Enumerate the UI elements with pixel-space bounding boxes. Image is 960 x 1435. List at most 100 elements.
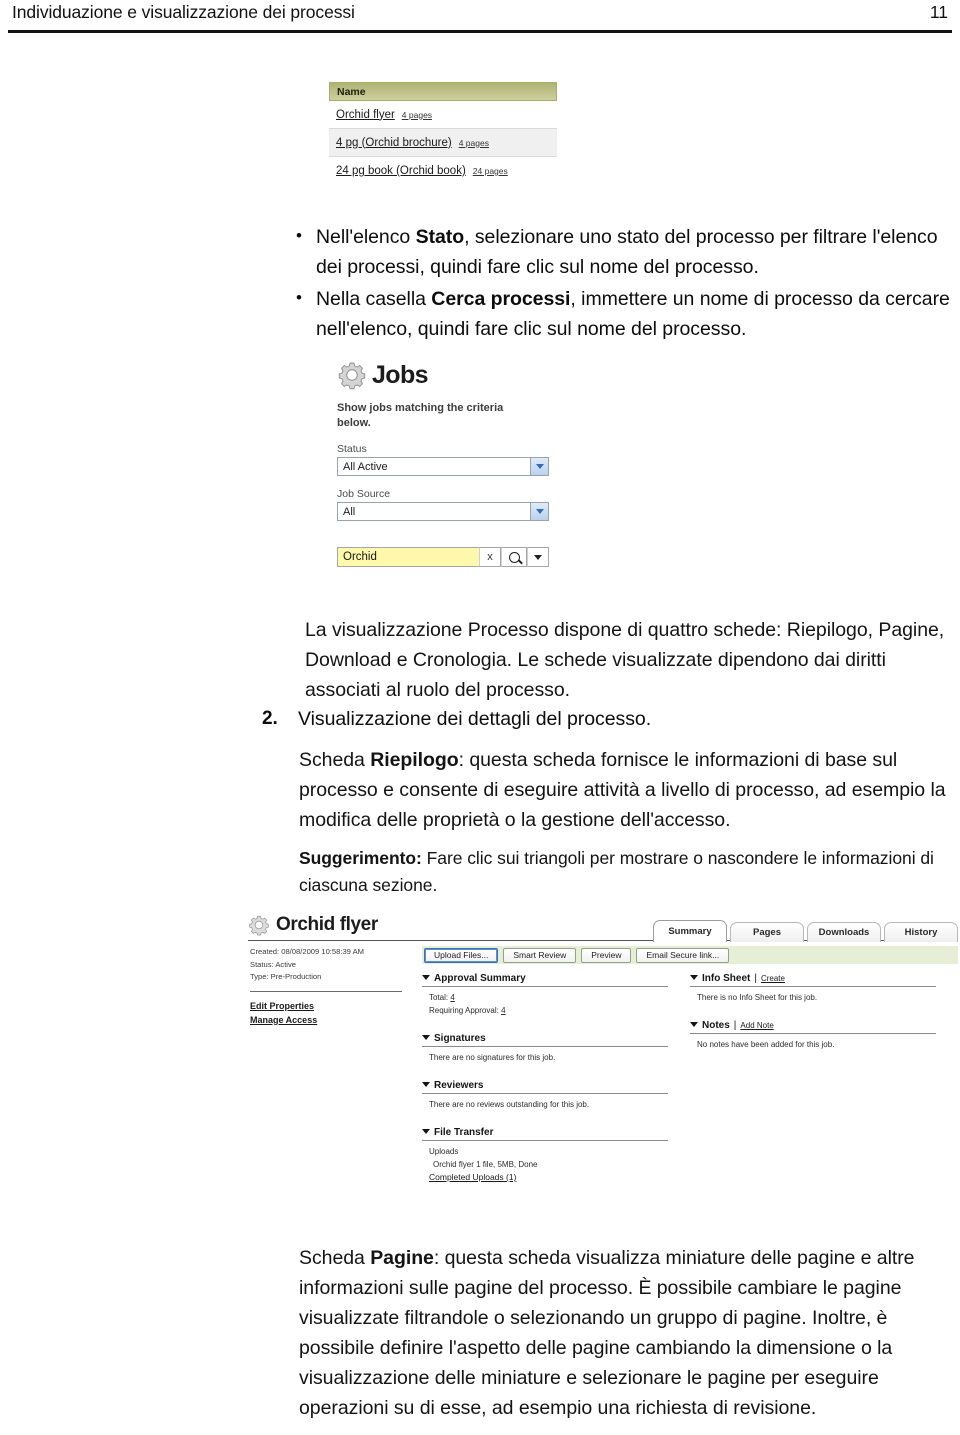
uploads-label: Uploads — [429, 1147, 459, 1156]
triangle-down-icon[interactable] — [690, 1022, 698, 1027]
instruction-bullet-list: Nell'elenco Stato, selezionare uno stato… — [286, 221, 958, 346]
left-panel-divider — [250, 990, 402, 992]
section-header-approval-summary[interactable]: Approval Summary — [422, 973, 668, 987]
job-name-link[interactable]: Orchid flyer — [336, 109, 395, 121]
table-row[interactable]: 24 pg book (Orchid book) 24 pages — [329, 157, 557, 185]
list-item-text: Visualizzazione dei dettagli del process… — [298, 708, 652, 730]
meta-type: Type: Pre-Production — [250, 972, 322, 981]
section-title: Info Sheet — [702, 973, 751, 984]
section-header-info-sheet[interactable]: Info Sheet | Create — [690, 973, 936, 987]
tab-pages[interactable]: Pages — [730, 922, 804, 942]
section-separator: | — [754, 973, 757, 984]
create-info-sheet-link[interactable]: Create — [761, 974, 785, 983]
gear-icon — [337, 360, 367, 390]
completed-uploads-link[interactable]: Completed Uploads (1) — [429, 1171, 668, 1184]
job-source-select[interactable]: All — [337, 502, 549, 521]
chevron-down-icon[interactable] — [530, 503, 548, 520]
search-options-dropdown-icon[interactable] — [527, 547, 549, 567]
bullet-text-prefix: Nella casella — [316, 288, 432, 310]
section-title: Notes — [702, 1020, 730, 1031]
tab-history[interactable]: History — [884, 922, 958, 942]
section-title: Reviewers — [434, 1080, 484, 1091]
paragraph-prefix: Scheda — [299, 1247, 371, 1269]
email-secure-link-button[interactable]: Email Secure link... — [636, 947, 730, 963]
section-body-file-transfer: Uploads Orchid flyer 1 file, 5MB, Done C… — [422, 1141, 668, 1184]
list-item-number: 2. — [262, 708, 278, 729]
add-note-link[interactable]: Add Note — [740, 1021, 773, 1030]
table-row[interactable]: Orchid flyer 4 pages — [329, 101, 557, 129]
bullet-text-bold: Stato — [415, 226, 465, 248]
section-header-signatures[interactable]: Signatures — [422, 1033, 668, 1047]
tab-label: Summary — [668, 926, 712, 937]
summary-column-left: Approval Summary Total: 4 Requiring Appr… — [422, 973, 668, 1184]
job-page-count[interactable]: 4 pages — [459, 138, 489, 148]
requiring-approval-value[interactable]: 4 — [501, 1006, 505, 1015]
jobs-panel-description: Show jobs matching the criteria below. — [337, 402, 504, 429]
status-select[interactable]: All Active — [337, 457, 549, 476]
triangle-down-icon[interactable] — [422, 1082, 430, 1087]
section-header-reviewers[interactable]: Reviewers — [422, 1080, 668, 1094]
search-icon[interactable] — [501, 547, 527, 567]
paragraph-bold: Riepilogo — [370, 749, 459, 771]
jobs-panel-header: Jobs — [337, 355, 552, 395]
flyer-right-panel: Upload Files... Smart Review Preview Ema… — [416, 946, 958, 1184]
table-column-header-name: Name — [329, 82, 557, 101]
search-input[interactable]: Orchid — [337, 547, 479, 567]
job-name-link[interactable]: 24 pg book (Orchid book) — [336, 165, 466, 177]
tab-strip: Summary Pages Downloads History — [650, 920, 958, 942]
section-body-reviewers: There are no reviews outstanding for thi… — [429, 1100, 590, 1109]
manage-access-link[interactable]: Manage Access — [250, 1013, 416, 1027]
tab-label: Downloads — [818, 927, 870, 938]
triangle-down-icon[interactable] — [422, 1129, 430, 1134]
tab-summary[interactable]: Summary — [653, 920, 727, 942]
page-number: 11 — [929, 2, 948, 22]
section-body-info-sheet: There is no Info Sheet for this job. — [697, 993, 818, 1002]
tab-downloads[interactable]: Downloads — [807, 922, 881, 942]
action-button-bar: Upload Files... Smart Review Preview Ema… — [422, 946, 958, 964]
summary-columns: Approval Summary Total: 4 Requiring Appr… — [422, 973, 958, 1184]
table-row[interactable]: 4 pg (Orchid brochure) 4 pages — [329, 129, 557, 157]
page-running-header: Individuazione e visualizzazione dei pro… — [0, 0, 960, 34]
triangle-down-icon[interactable] — [422, 975, 430, 980]
triangle-down-icon[interactable] — [690, 975, 698, 980]
section-body-approval-summary: Total: 4 Requiring Approval: 4 — [422, 987, 668, 1017]
paragraph-prefix: Scheda — [299, 749, 371, 771]
meta-created: Created: 08/08/2009 10:58:39 AM — [250, 947, 364, 956]
screenshot-job-name-table: Name Orchid flyer 4 pages 4 pg (Orchid b… — [329, 82, 557, 185]
summary-column-right: Info Sheet | Create There is no Info She… — [690, 973, 936, 1184]
job-name-link[interactable]: 4 pg (Orchid brochure) — [336, 137, 452, 149]
bullet-text-bold: Cerca processi — [431, 288, 571, 310]
upload-files-button[interactable]: Upload Files... — [424, 947, 499, 963]
paragraph-pages-tab: Scheda Pagine: questa scheda visualizza … — [299, 1243, 960, 1423]
edit-properties-link[interactable]: Edit Properties — [250, 999, 416, 1013]
chevron-down-icon[interactable] — [530, 458, 548, 475]
triangle-down-icon[interactable] — [422, 1035, 430, 1040]
job-source-field-label: Job Source — [337, 488, 391, 500]
section-title: Signatures — [434, 1033, 486, 1044]
job-page-count[interactable]: 24 pages — [473, 166, 508, 176]
screenshot-jobs-filter-panel: Jobs Show jobs matching the criteria bel… — [337, 355, 552, 567]
preview-button[interactable]: Preview — [581, 947, 632, 963]
upload-item: Orchid flyer 1 file, 5MB, Done — [433, 1160, 538, 1169]
paragraph-bold: Pagine — [370, 1247, 434, 1269]
total-value[interactable]: 4 — [450, 993, 454, 1002]
bullet-text-prefix: Nell'elenco — [316, 226, 416, 248]
section-separator: | — [733, 1020, 737, 1031]
section-header-notes[interactable]: Notes | Add Note — [690, 1020, 936, 1034]
section-title: Approval Summary — [434, 973, 526, 984]
screenshot-job-summary-page: Orchid flyer Summary Pages Downloads His… — [246, 910, 958, 1230]
job-title: Orchid flyer — [276, 914, 378, 935]
job-page-count[interactable]: 4 pages — [402, 110, 432, 120]
smart-review-button[interactable]: Smart Review — [503, 947, 577, 963]
flyer-content: Created: 08/08/2009 10:58:39 AM Status: … — [246, 946, 958, 1184]
job-search-bar[interactable]: Orchid x — [337, 547, 549, 567]
status-select-value: All Active — [343, 460, 388, 473]
section-header-file-transfer[interactable]: File Transfer — [422, 1127, 668, 1141]
section-body-notes: No notes have been added for this job. — [697, 1040, 835, 1049]
job-source-select-value: All — [343, 505, 356, 518]
list-item: Nell'elenco Stato, selezionare uno stato… — [286, 221, 958, 282]
section-body-signatures: There are no signatures for this job. — [429, 1053, 556, 1062]
tab-label: History — [904, 927, 938, 938]
list-item: Nella casella Cerca processi, immettere … — [286, 283, 958, 344]
clear-search-button[interactable]: x — [479, 547, 501, 567]
